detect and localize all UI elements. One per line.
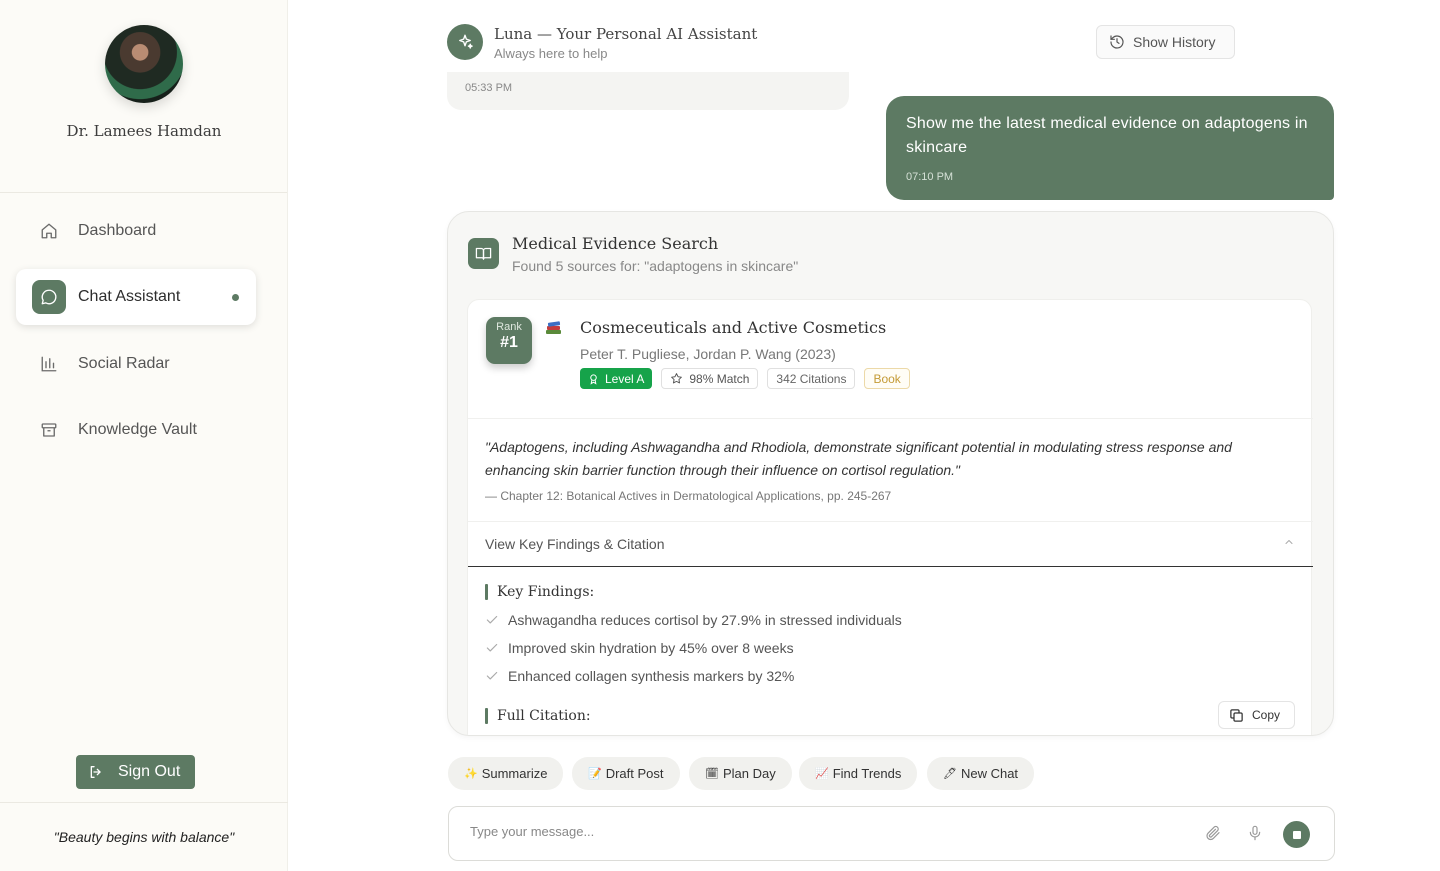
check-icon bbox=[486, 643, 498, 652]
sidebar-footer-quote: "Beauty begins with balance" bbox=[0, 802, 288, 871]
source-type-badge: Book bbox=[864, 368, 910, 389]
draft-post-chip[interactable]: 📝 Draft Post bbox=[572, 757, 680, 790]
evidence-title: Medical Evidence Search bbox=[512, 234, 719, 253]
source-badges: Level A 98% Match 342 Citations Book bbox=[580, 368, 910, 389]
check-icon bbox=[486, 615, 498, 624]
message-input[interactable] bbox=[470, 824, 1170, 839]
divider bbox=[468, 418, 1313, 419]
nav-item-chat-assistant[interactable]: Chat Assistant bbox=[16, 269, 256, 325]
profile-name: Dr. Lamees Hamdan bbox=[66, 122, 222, 140]
profile-section: Dr. Lamees Hamdan bbox=[0, 0, 287, 193]
calendar-icon: 🗓 bbox=[705, 768, 719, 780]
sparkle-icon bbox=[459, 34, 473, 49]
section-accent-bar bbox=[485, 584, 488, 600]
assistant-name: Luna — Your Personal AI Assistant bbox=[494, 25, 758, 43]
nav-item-knowledge-vault[interactable]: Knowledge Vault bbox=[16, 402, 256, 458]
copy-citation-button[interactable]: Copy bbox=[1218, 701, 1295, 729]
citations-badge: 342 Citations bbox=[767, 368, 856, 389]
source-quote: "Adaptogens, including Ashwagandha and R… bbox=[485, 439, 1232, 478]
source-authors: Peter T. Pugliese, Jordan P. Wang (2023) bbox=[580, 346, 836, 362]
nav-item-label: Chat Assistant bbox=[78, 288, 181, 305]
active-indicator-dot bbox=[232, 293, 239, 301]
message-composer bbox=[448, 806, 1335, 861]
match-badge: 98% Match bbox=[661, 368, 759, 389]
microphone-icon[interactable] bbox=[1247, 825, 1263, 846]
evidence-subtitle: Found 5 sources for: "adaptogens in skin… bbox=[512, 258, 799, 274]
full-citation-heading: Full Citation: bbox=[485, 708, 591, 724]
history-icon bbox=[1110, 35, 1124, 49]
medical-evidence-card: Medical Evidence Search Found 5 sources … bbox=[447, 211, 1334, 736]
evidence-level-label: Level A bbox=[605, 371, 645, 386]
finding-item: Enhanced collagen synthesis markers by 3… bbox=[485, 668, 794, 684]
home-icon bbox=[38, 220, 60, 242]
book-open-icon bbox=[468, 238, 499, 269]
finding-item: Improved skin hydration by 45% over 8 we… bbox=[485, 640, 794, 656]
section-accent-bar bbox=[485, 708, 488, 724]
message-timestamp: 07:10 PM bbox=[906, 171, 954, 183]
show-history-button[interactable]: Show History bbox=[1096, 25, 1235, 59]
key-findings-heading-text: Key Findings: bbox=[497, 584, 595, 600]
bar-chart-icon bbox=[38, 353, 60, 375]
trend-chart-icon: 📈 bbox=[815, 768, 829, 780]
copy-label: Copy bbox=[1252, 708, 1281, 722]
rank-number: #1 bbox=[500, 334, 518, 351]
sidebar: Dr. Lamees Hamdan Dashboard Chat Assista… bbox=[0, 0, 288, 871]
nav-item-label: Dashboard bbox=[78, 222, 157, 239]
chip-label: Summarize bbox=[481, 766, 548, 781]
nav-item-dashboard[interactable]: Dashboard bbox=[16, 203, 256, 259]
stop-icon bbox=[1292, 830, 1301, 839]
quote-source: — Chapter 12: Botanical Actives in Derma… bbox=[485, 489, 892, 503]
chat-bubble-icon bbox=[32, 280, 66, 314]
star-icon bbox=[671, 373, 683, 384]
finding-item: Ashwagandha reduces cortisol by 27.9% in… bbox=[485, 612, 902, 628]
show-history-label: Show History bbox=[1133, 34, 1216, 50]
pen-icon: 🖊 bbox=[943, 768, 957, 780]
key-findings-toggle-label: View Key Findings & Citation bbox=[485, 535, 665, 552]
key-findings-heading: Key Findings: bbox=[485, 584, 594, 600]
chip-label: New Chat bbox=[960, 766, 1019, 781]
evidence-level-badge: Level A bbox=[580, 368, 653, 389]
new-chat-chip[interactable]: 🖊 New Chat bbox=[927, 757, 1035, 790]
match-label: 98% Match bbox=[689, 371, 750, 386]
sparkles-icon: ✨ bbox=[464, 768, 478, 780]
sign-out-icon bbox=[90, 766, 101, 778]
user-message-text: Show me the latest medical evidence on a… bbox=[906, 115, 1308, 156]
paperclip-icon[interactable] bbox=[1205, 825, 1221, 846]
full-citation-heading-text: Full Citation: bbox=[497, 708, 591, 724]
previous-assistant-message: 05:33 PM bbox=[447, 72, 849, 110]
chevron-up-icon bbox=[1285, 540, 1293, 544]
chip-label: Find Trends bbox=[832, 766, 902, 781]
find-trends-chip[interactable]: 📈 Find Trends bbox=[799, 757, 918, 790]
source-card: Rank #1 Cosmeceuticals and Active Cosmet… bbox=[467, 299, 1313, 735]
key-findings-toggle[interactable]: View Key Findings & Citation bbox=[468, 521, 1313, 567]
stop-button[interactable] bbox=[1283, 821, 1310, 848]
rank-badge: Rank #1 bbox=[486, 317, 532, 364]
plan-day-chip[interactable]: 🗓 Plan Day bbox=[689, 757, 792, 790]
source-title[interactable]: Cosmeceuticals and Active Cosmetics bbox=[580, 318, 886, 337]
award-icon bbox=[590, 373, 597, 385]
nav-item-label: Knowledge Vault bbox=[78, 421, 197, 438]
finding-text: Ashwagandha reduces cortisol by 27.9% in… bbox=[508, 612, 902, 628]
assistant-subtitle: Always here to help bbox=[494, 46, 608, 61]
user-message: Show me the latest medical evidence on a… bbox=[886, 96, 1334, 200]
sign-out-label: Sign Out bbox=[118, 763, 181, 780]
memo-icon: 📝 bbox=[588, 768, 602, 780]
finding-text: Enhanced collagen synthesis markers by 3… bbox=[508, 668, 795, 684]
message-timestamp: 05:33 PM bbox=[465, 82, 513, 94]
avatar[interactable] bbox=[105, 25, 183, 103]
books-icon bbox=[546, 321, 561, 334]
chip-label: Draft Post bbox=[605, 766, 664, 781]
summarize-chip[interactable]: ✨ Summarize bbox=[448, 757, 564, 790]
check-icon bbox=[486, 671, 498, 680]
copy-icon bbox=[1230, 708, 1243, 722]
archive-icon bbox=[38, 419, 60, 441]
rank-label: Rank bbox=[496, 321, 522, 333]
finding-text: Improved skin hydration by 45% over 8 we… bbox=[508, 640, 794, 656]
sign-out-button[interactable]: Sign Out bbox=[76, 755, 195, 789]
assistant-avatar bbox=[447, 24, 483, 60]
nav-item-social-radar[interactable]: Social Radar bbox=[16, 336, 256, 392]
chip-label: Plan Day bbox=[722, 766, 776, 781]
nav-item-label: Social Radar bbox=[78, 355, 170, 372]
